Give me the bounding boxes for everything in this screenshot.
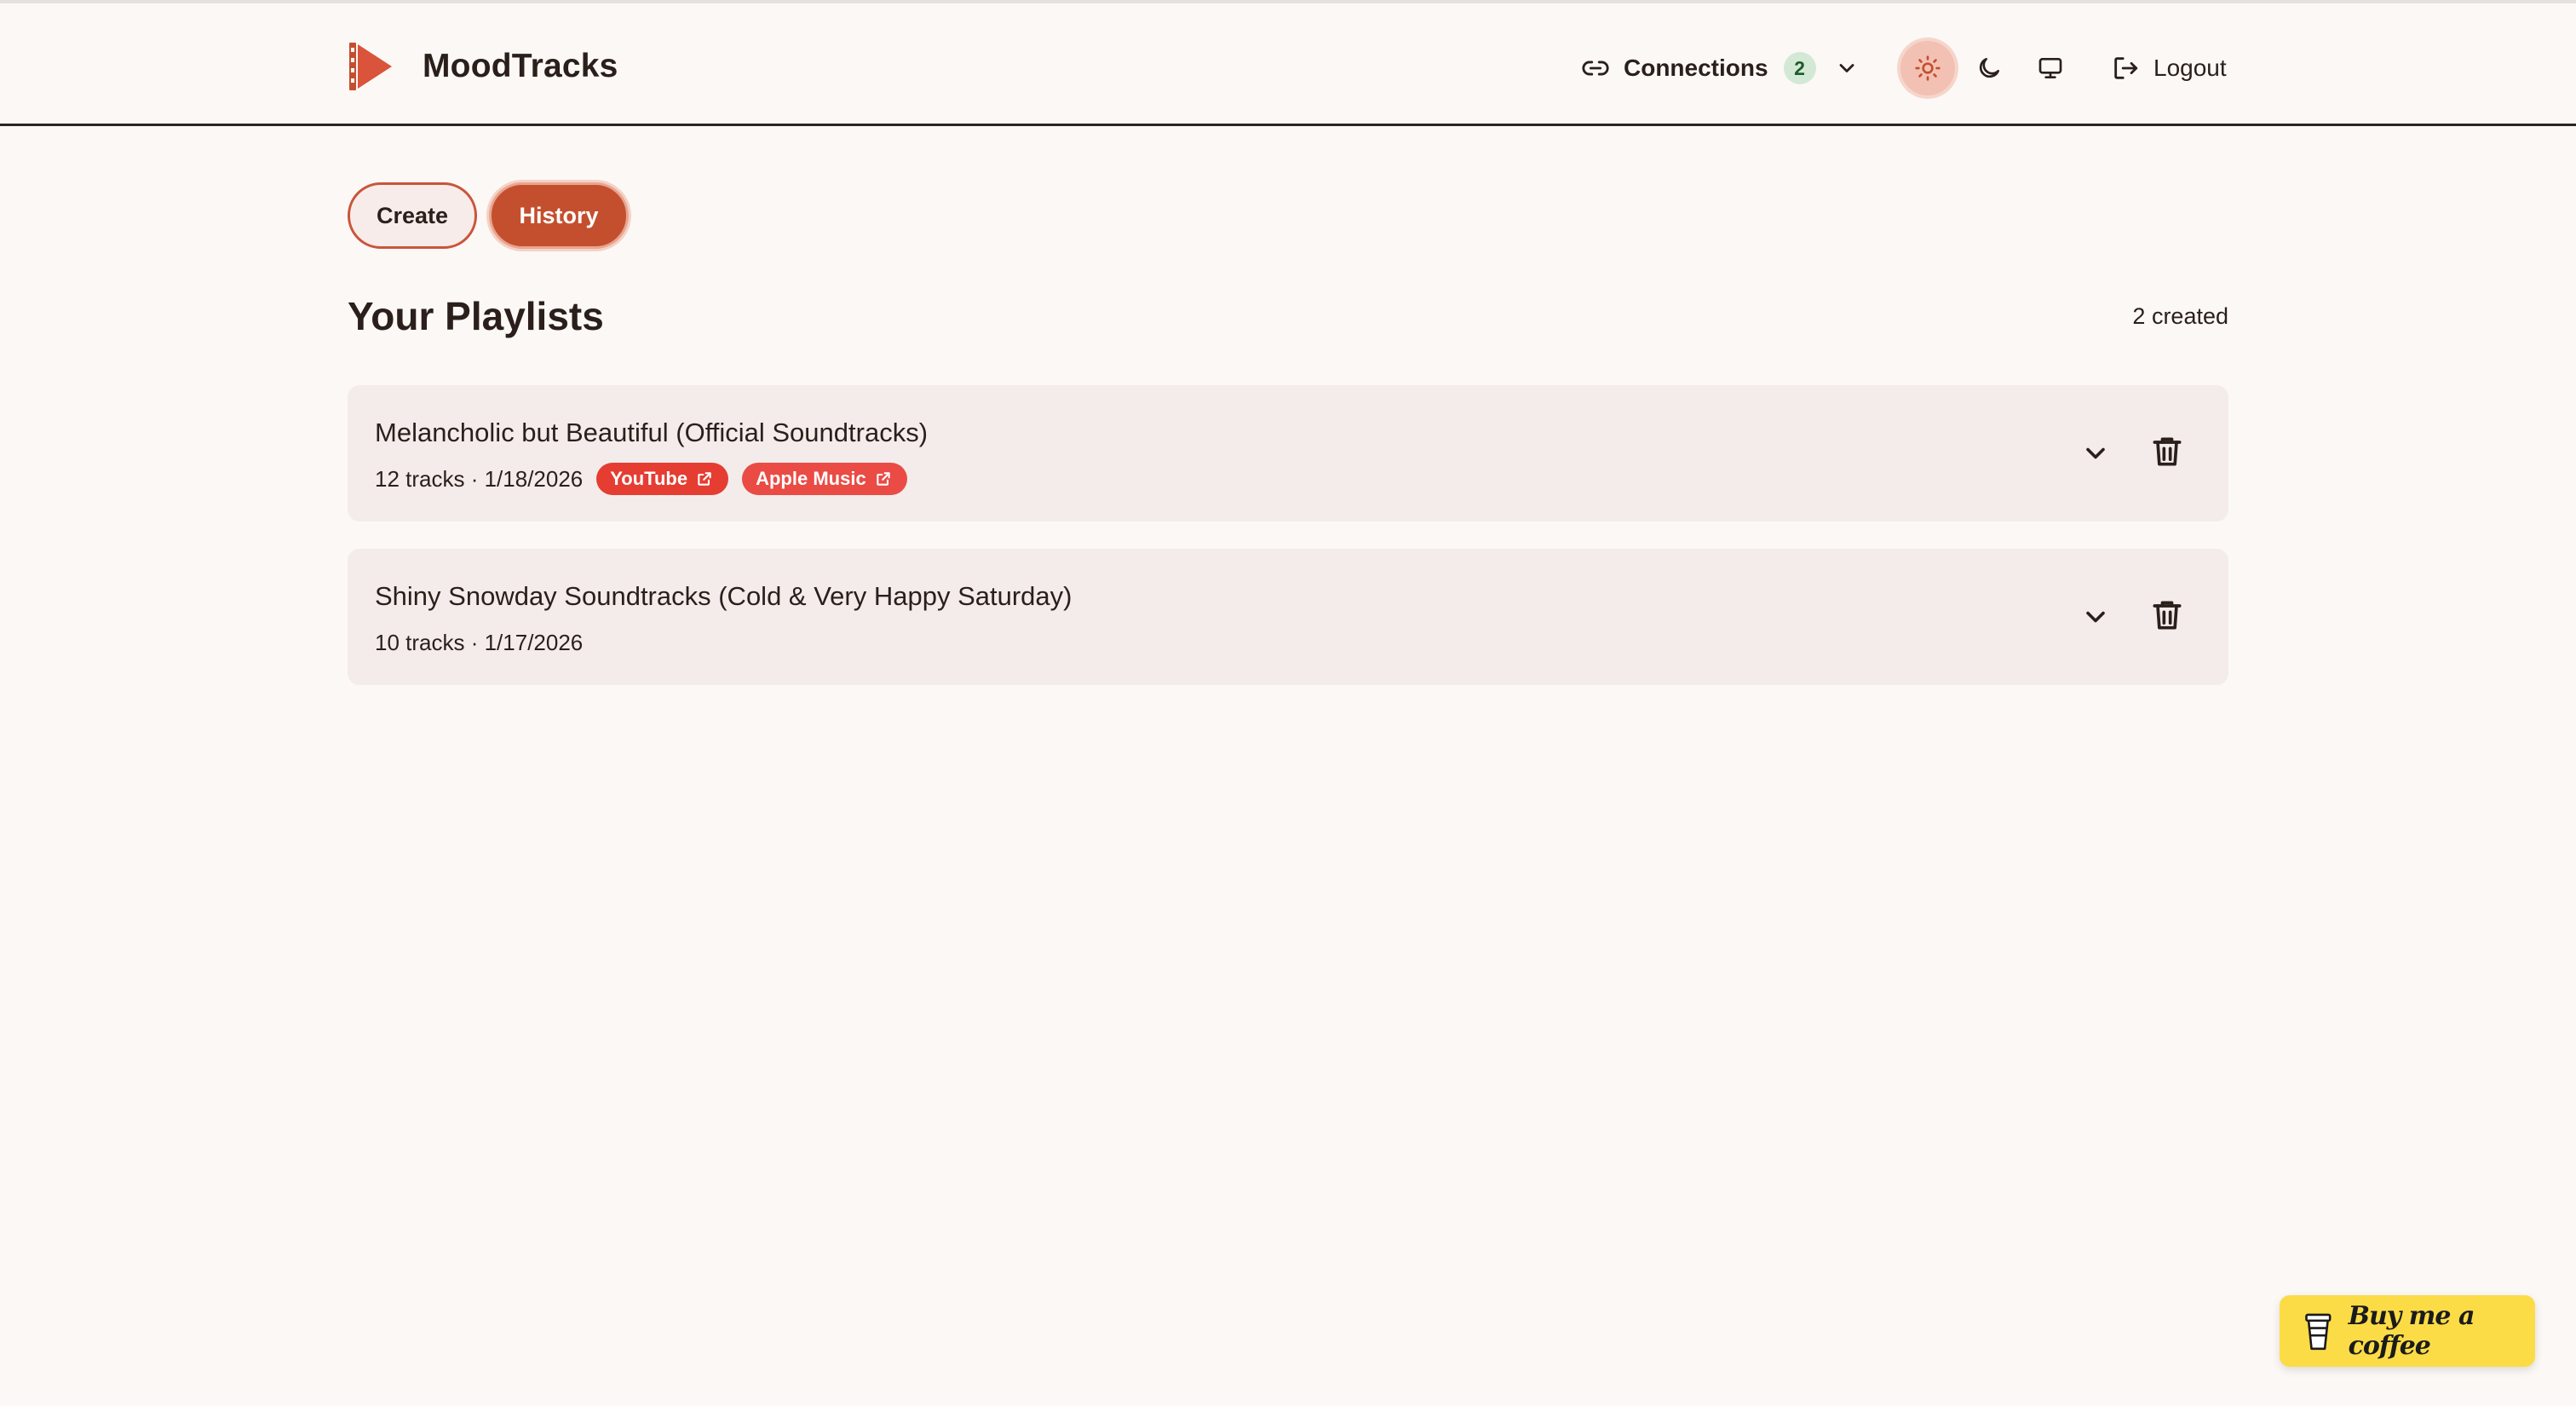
apple-music-link[interactable]: Apple Music (742, 463, 907, 495)
logout-icon (2114, 57, 2138, 79)
connections-count-badge: 2 (1783, 52, 1816, 84)
youtube-link-label: YouTube (610, 468, 688, 489)
theme-dark-button[interactable] (1962, 41, 2016, 95)
expand-chevron-icon[interactable] (2080, 438, 2111, 469)
buy-me-a-coffee-button[interactable]: Buy me a coffee (2280, 1295, 2535, 1367)
external-link-icon (698, 472, 711, 486)
external-link-icon (876, 472, 890, 486)
logout-button[interactable]: Logout (2111, 48, 2227, 89)
coffee-label: Buy me a coffee (2348, 1301, 2475, 1361)
theme-system-button[interactable] (2023, 41, 2078, 95)
playlist-meta-text: 12 tracks · 1/18/2026 (375, 465, 584, 492)
playlist-title: Melancholic but Beautiful (Official Soun… (375, 418, 929, 447)
logout-label: Logout (2153, 55, 2227, 81)
playlist-meta: 10 tracks · 1/17/2026 (375, 625, 583, 660)
playlist-card[interactable]: Melancholic but Beautiful (Official Soun… (348, 385, 2228, 521)
chevron-down-icon (1839, 64, 1854, 72)
app-name: MoodTracks (423, 48, 618, 84)
link-icon (1582, 61, 1609, 76)
logo-play-icon (349, 43, 392, 90)
playlist-count: 2 created (2132, 303, 2228, 329)
connections-label: Connections (1624, 55, 1768, 81)
brand[interactable]: MoodTracks (348, 36, 618, 97)
tab-history[interactable]: History (489, 182, 629, 249)
sun-icon (1915, 55, 1941, 81)
monitor-icon (2038, 58, 2062, 78)
page-title: Your Playlists (348, 294, 604, 338)
trash-icon[interactable] (2148, 596, 2186, 634)
app-header: MoodTracks Connections 2 Logout (0, 3, 2576, 126)
tab-create[interactable]: Create (348, 182, 477, 249)
apple-music-link-label: Apple Music (756, 468, 866, 489)
coffee-cup-icon (2305, 1313, 2332, 1351)
view-tabs: Create History (348, 182, 629, 249)
connections-dropdown[interactable]: Connections 2 (1581, 48, 1859, 89)
playlist-title: Shiny Snowday Soundtracks (Cold & Very H… (375, 581, 1072, 611)
expand-chevron-icon[interactable] (2080, 602, 2111, 632)
trash-icon[interactable] (2148, 433, 2186, 470)
youtube-link[interactable]: YouTube (596, 463, 729, 495)
playlist-card[interactable]: Shiny Snowday Soundtracks (Cold & Very H… (348, 549, 2228, 685)
playlist-meta-text: 10 tracks · 1/17/2026 (375, 629, 584, 655)
theme-light-button[interactable] (1900, 41, 1955, 95)
moon-icon (1979, 58, 1999, 78)
playlist-meta: 12 tracks · 1/18/2026 YouTube Apple Musi… (375, 462, 907, 496)
